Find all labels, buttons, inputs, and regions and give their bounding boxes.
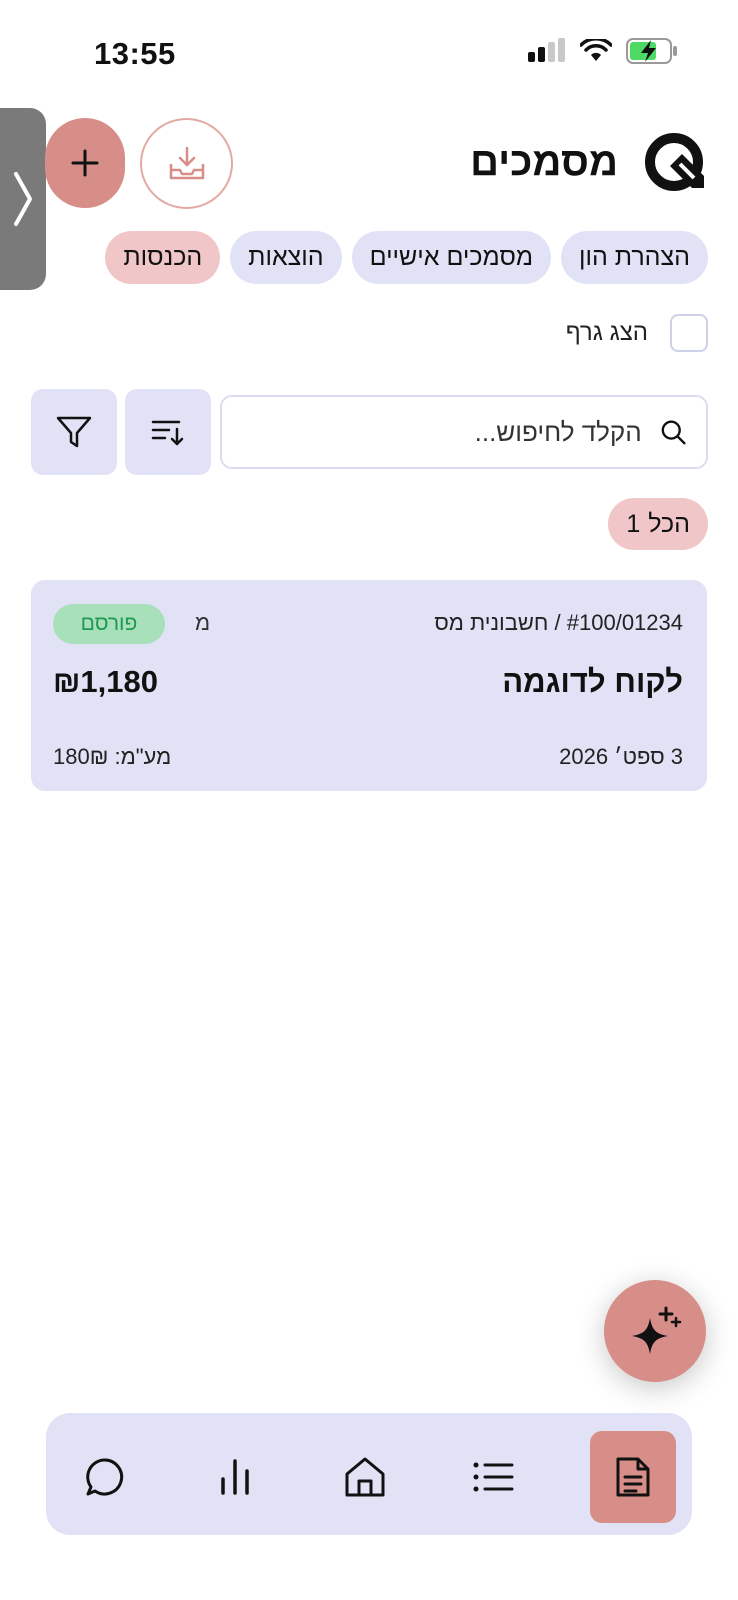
tab-income[interactable]: הכנסות bbox=[105, 231, 221, 284]
bottom-navigation bbox=[46, 1413, 692, 1535]
signal-icon bbox=[528, 38, 565, 62]
show-graph-toggle: הצג גרף bbox=[566, 314, 708, 352]
tab-personal-documents[interactable]: מסמכים אישיים bbox=[351, 231, 552, 284]
plus-icon bbox=[71, 149, 99, 177]
battery-charging-icon bbox=[626, 38, 677, 64]
side-panel-toggle[interactable] bbox=[0, 108, 46, 290]
document-amount: ₪1,180 bbox=[53, 664, 158, 699]
wifi-icon bbox=[580, 39, 612, 61]
chat-bubble-icon bbox=[86, 1458, 124, 1496]
chip-label: הכל bbox=[648, 509, 690, 538]
filter-button[interactable] bbox=[31, 389, 117, 475]
document-category-tabs: הכנסות הוצאות מסמכים אישיים הצהרת הון bbox=[105, 231, 708, 284]
document-type-letter: מ bbox=[195, 610, 211, 635]
nav-list[interactable] bbox=[450, 1431, 536, 1523]
tab-capital-declaration[interactable]: הצהרת הון bbox=[561, 231, 708, 284]
app-logo bbox=[645, 133, 704, 191]
show-graph-checkbox[interactable] bbox=[670, 314, 708, 352]
document-number: #100/01234 / חשבונית מס bbox=[434, 610, 683, 635]
customer-name: לקוח לדוגמה bbox=[502, 664, 683, 699]
status-time: 13:55 bbox=[94, 36, 176, 71]
download-tray-icon bbox=[169, 146, 204, 179]
sort-button[interactable] bbox=[125, 389, 211, 475]
nav-chat[interactable] bbox=[62, 1431, 148, 1523]
sparkles-icon bbox=[632, 1306, 682, 1354]
chevron-right-icon bbox=[14, 172, 32, 226]
nav-home[interactable] bbox=[322, 1431, 408, 1523]
ai-assistant-button[interactable] bbox=[604, 1280, 706, 1382]
document-icon bbox=[616, 1457, 650, 1497]
document-date: 3 ספט׳ 2026 bbox=[559, 744, 683, 769]
status-bar: 13:55 bbox=[0, 0, 738, 100]
chip-count: 1 bbox=[626, 509, 641, 538]
status-icons bbox=[528, 38, 678, 64]
home-icon bbox=[345, 1457, 385, 1497]
add-document-button[interactable] bbox=[45, 118, 125, 208]
page-title: מסמכים bbox=[470, 140, 618, 184]
document-card[interactable]: #100/01234 / חשבונית מס מ פורסם לקוח לדו… bbox=[31, 580, 707, 791]
show-graph-label: הצג גרף bbox=[565, 319, 648, 346]
tab-expenses[interactable]: הוצאות bbox=[230, 231, 342, 284]
search-input[interactable] bbox=[242, 416, 660, 448]
sort-icon bbox=[151, 420, 184, 446]
search-field bbox=[220, 395, 708, 469]
document-vat: מע"מ: 180₪ bbox=[53, 744, 172, 769]
all-documents-chip[interactable]: הכל 1 bbox=[608, 498, 708, 550]
download-button[interactable] bbox=[140, 118, 233, 209]
list-icon bbox=[473, 1462, 514, 1492]
bar-chart-icon bbox=[221, 1459, 249, 1495]
search-icon bbox=[661, 420, 686, 445]
status-badge: פורסם bbox=[53, 604, 165, 644]
nav-reports[interactable] bbox=[192, 1431, 278, 1523]
nav-documents[interactable] bbox=[590, 1431, 676, 1523]
filter-icon bbox=[56, 416, 92, 448]
